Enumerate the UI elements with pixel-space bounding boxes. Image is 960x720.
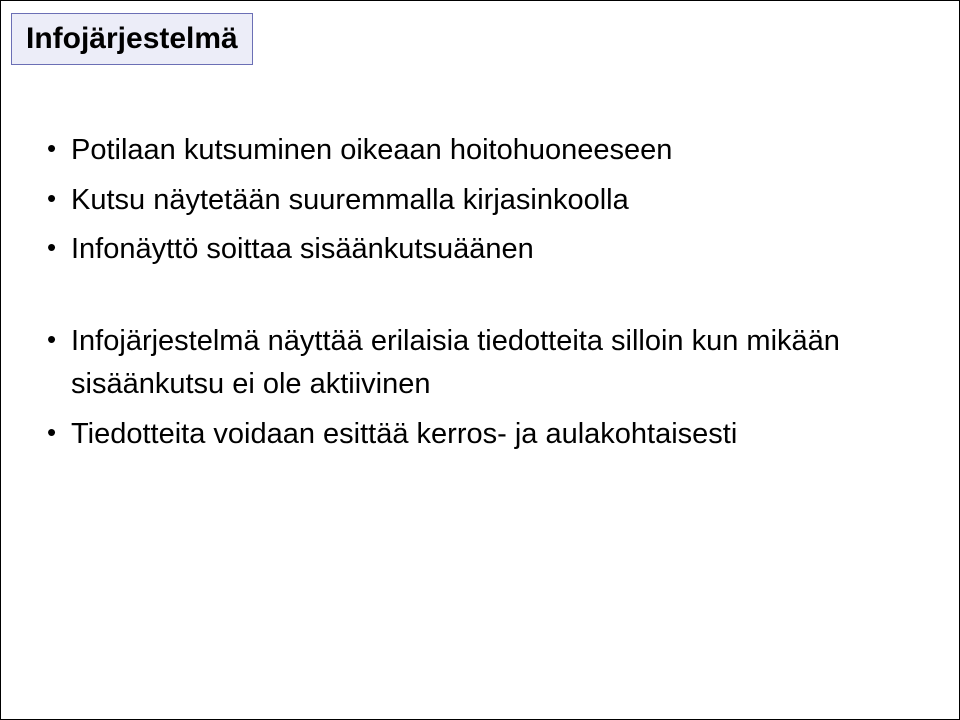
list-item: Potilaan kutsuminen oikeaan hoitohuonees… — [41, 129, 919, 173]
list-item: Kutsu näytetään suuremmalla kirjasinkool… — [41, 179, 919, 223]
slide-content: Potilaan kutsuminen oikeaan hoitohuonees… — [41, 129, 919, 462]
slide-title: Infojärjestelmä — [11, 13, 253, 65]
list-item: Infonäyttö soittaa sisäänkutsuäänen — [41, 228, 919, 272]
list-item: Infojärjestelmä näyttää erilaisia tiedot… — [41, 320, 919, 407]
list-item: Tiedotteita voidaan esittää kerros- ja a… — [41, 413, 919, 457]
bullet-list-1: Potilaan kutsuminen oikeaan hoitohuonees… — [41, 129, 919, 272]
bullet-list-2: Infojärjestelmä näyttää erilaisia tiedot… — [41, 320, 919, 457]
slide: Infojärjestelmä Potilaan kutsuminen oike… — [0, 0, 960, 720]
spacer — [41, 278, 919, 320]
